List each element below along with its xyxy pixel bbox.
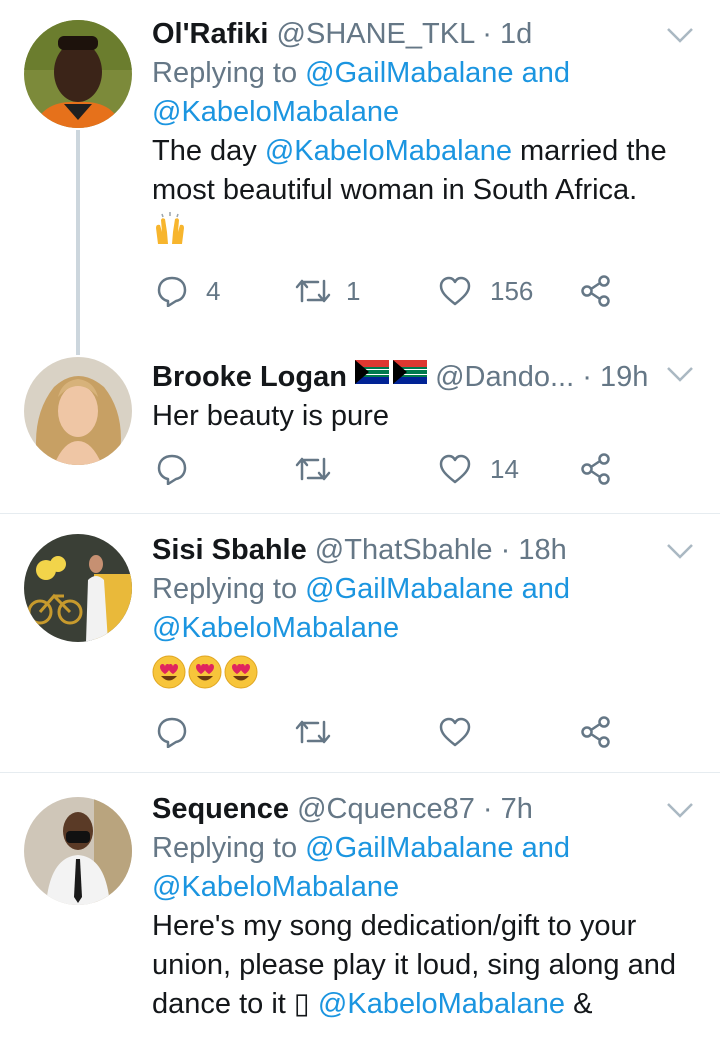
retweet-icon	[295, 720, 331, 744]
raising-hands-emoji	[152, 212, 188, 253]
heart-eyes-emoji	[152, 654, 260, 695]
heart-icon	[439, 717, 471, 747]
share-icon	[581, 275, 610, 307]
avatar[interactable]	[24, 357, 132, 465]
tweet-1[interactable]: Ol'Rafiki @SHANE_TKL · 1d Replying to @G…	[0, 0, 720, 355]
share-icon	[581, 716, 610, 748]
separator-dot: ·	[582, 361, 592, 393]
tweet-2[interactable]: Brooke Logan @Dando... · 19h Her beauty …	[0, 345, 720, 513]
user-handle[interactable]: @Cquence87	[297, 793, 475, 825]
reply-prefix: Replying to	[152, 573, 306, 605]
avatar[interactable]	[24, 797, 132, 905]
separator-dot: ·	[482, 793, 493, 825]
mention-link[interactable]: @KabeloMabalane	[318, 988, 565, 1020]
user-handle[interactable]: @SHANE_TKL	[277, 18, 475, 50]
mention-link[interactable]: @GailMabalane	[305, 57, 513, 89]
share-button[interactable]	[580, 453, 612, 485]
tweet-header: Sequence @Cquence87 · 7h	[152, 789, 680, 829]
reply-and[interactable]: and	[514, 573, 570, 605]
reply-button[interactable]: 4	[156, 275, 220, 307]
share-icon	[581, 453, 610, 485]
retweet-icon	[295, 279, 331, 303]
like-count: 156	[490, 275, 534, 306]
like-count: 14	[490, 453, 519, 484]
replying-to: Replying to @GailMabalane and @KabeloMab…	[152, 829, 680, 907]
timestamp[interactable]: 19h	[600, 361, 648, 393]
tweet-header: Brooke Logan @Dando... · 19h	[152, 357, 680, 397]
heart-icon	[439, 276, 471, 306]
reply-prefix: Replying to	[152, 57, 306, 89]
display-name[interactable]: Ol'Rafiki	[152, 18, 268, 50]
user-handle[interactable]: @ThatSbahle	[315, 534, 493, 566]
display-name[interactable]: Sisi Sbahle	[152, 534, 307, 566]
timestamp[interactable]: 1d	[500, 18, 532, 50]
reply-and[interactable]: and	[514, 57, 570, 89]
retweet-count: 1	[346, 275, 361, 306]
timestamp[interactable]: 7h	[501, 793, 533, 825]
tweet-3[interactable]: Sisi Sbahle @ThatSbahle · 18h Replying t…	[0, 514, 720, 772]
replying-to: Replying to @GailMabalane and @KabeloMab…	[152, 54, 680, 132]
mention-link[interactable]: @KabeloMabalane	[152, 96, 399, 128]
retweet-button[interactable]: 1	[294, 275, 360, 307]
tweet-text: Her beauty is pure	[152, 400, 389, 432]
like-button[interactable]: 156	[438, 275, 533, 307]
mention-link[interactable]: @GailMabalane	[305, 832, 513, 864]
like-button[interactable]: 14	[438, 453, 519, 485]
tweet-4[interactable]: Sequence @Cquence87 · 7h Replying to @Ga…	[0, 773, 720, 1051]
text-segment: dance to it	[152, 988, 294, 1020]
retweet-button[interactable]	[294, 716, 332, 748]
tweet-text: Here's my song dedication/gift to your u…	[152, 907, 680, 1024]
chevron-down-icon[interactable]	[666, 26, 694, 44]
retweet-button[interactable]	[294, 453, 332, 485]
separator-dot: ·	[500, 534, 511, 566]
tweet-actions	[152, 716, 612, 756]
timestamp[interactable]: 18h	[518, 534, 566, 566]
tweet-actions: 4 1 156	[152, 275, 612, 315]
avatar[interactable]	[24, 534, 132, 642]
text-line: union, please play it loud, sing along a…	[152, 949, 676, 981]
display-name[interactable]: Sequence	[152, 793, 289, 825]
chevron-down-icon[interactable]	[666, 801, 694, 819]
reply-and[interactable]: and	[514, 832, 570, 864]
replying-to: Replying to @GailMabalane and @KabeloMab…	[152, 570, 680, 648]
chevron-down-icon[interactable]	[666, 365, 694, 383]
tweet-header: Ol'Rafiki @SHANE_TKL · 1d	[152, 14, 680, 54]
retweet-icon	[295, 457, 331, 481]
reply-icon	[157, 717, 187, 748]
mention-link[interactable]: @GailMabalane	[305, 573, 513, 605]
share-button[interactable]	[580, 716, 612, 748]
reply-prefix: Replying to	[152, 832, 306, 864]
text-line: Here's my song dedication/gift to your	[152, 910, 637, 942]
display-name[interactable]: Brooke Logan	[152, 361, 347, 393]
reply-icon	[157, 454, 187, 485]
share-button[interactable]	[580, 275, 612, 307]
reply-icon	[157, 276, 187, 307]
reply-button[interactable]	[156, 453, 188, 485]
tweet-text: The day @KabeloMabalane married the most…	[152, 132, 680, 210]
mention-link[interactable]: @KabeloMabalane	[152, 871, 399, 903]
user-handle[interactable]: @Dando...	[435, 361, 574, 393]
mention-link[interactable]: @KabeloMabalane	[265, 135, 512, 167]
thread-line	[76, 130, 80, 355]
reply-count: 4	[206, 275, 221, 306]
south-africa-flag-icon	[355, 357, 428, 395]
separator-dot: ·	[482, 18, 492, 50]
text-segment: The day	[152, 135, 265, 167]
tweet-header: Sisi Sbahle @ThatSbahle · 18h	[152, 530, 680, 570]
mention-link[interactable]: @KabeloMabalane	[152, 612, 399, 644]
tweet-actions: 14	[152, 453, 612, 493]
reply-button[interactable]	[156, 716, 188, 748]
chevron-down-icon[interactable]	[666, 542, 694, 560]
avatar[interactable]	[24, 20, 132, 128]
missing-glyph: ▯	[293, 988, 310, 1020]
text-segment: &	[565, 988, 593, 1020]
heart-icon	[439, 454, 471, 484]
like-button[interactable]	[438, 716, 472, 748]
